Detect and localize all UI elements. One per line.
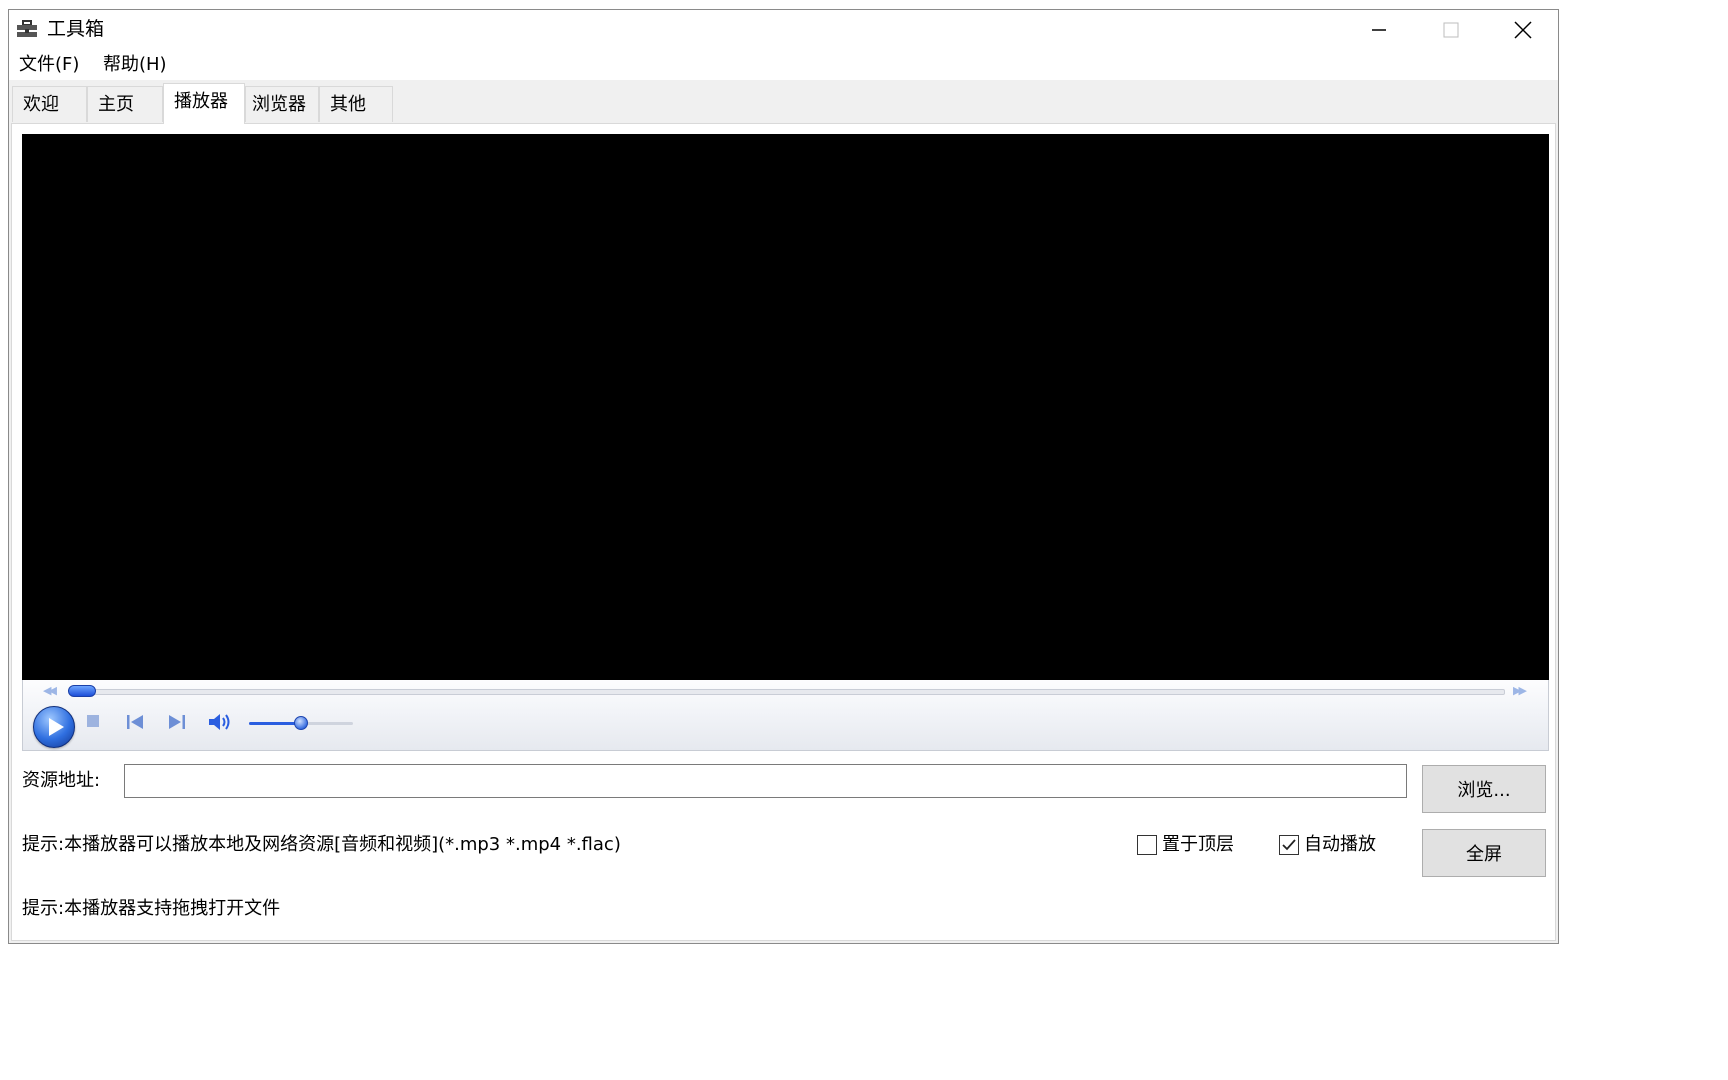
topmost-checkbox[interactable] <box>1137 835 1157 855</box>
play-button[interactable] <box>33 706 75 748</box>
maximize-icon <box>1443 22 1459 38</box>
close-icon <box>1514 21 1532 39</box>
close-button[interactable] <box>1487 10 1559 50</box>
app-window: 工具箱 文件(F) 帮助(H) 欢迎 主页 播放器 浏览器 其他 ◀◀ ▶▶ 资… <box>8 9 1559 944</box>
play-icon <box>49 718 64 736</box>
volume-thumb[interactable] <box>294 716 308 730</box>
rewind-icon[interactable]: ◀◀ <box>43 684 57 697</box>
menu-bar: 文件(F) 帮助(H) <box>9 50 1558 80</box>
fast-forward-icon[interactable]: ▶▶ <box>1513 684 1527 697</box>
tab-browser[interactable]: 浏览器 <box>245 86 319 122</box>
tab-player[interactable]: 播放器 <box>163 83 245 124</box>
checkmark-icon <box>1282 839 1296 851</box>
tab-home[interactable]: 主页 <box>87 86 163 122</box>
autoplay-checkbox[interactable] <box>1279 835 1299 855</box>
minimize-icon <box>1372 29 1386 31</box>
mute-button[interactable] <box>207 711 233 737</box>
minimize-button[interactable] <box>1343 10 1415 50</box>
title-bar: 工具箱 <box>9 10 1558 50</box>
previous-button[interactable] <box>125 713 145 735</box>
seek-bar[interactable] <box>79 689 1505 695</box>
player-panel: ◀◀ ▶▶ 资源地址: 浏览... 提示:本播放器可以播放本地及网络资源[音频和… <box>11 123 1556 941</box>
stop-icon <box>87 715 99 727</box>
media-controls: ◀◀ ▶▶ <box>22 680 1549 751</box>
next-icon <box>169 715 185 729</box>
maximize-button[interactable] <box>1415 10 1487 50</box>
menu-file[interactable]: 文件(F) <box>19 53 79 77</box>
window-title: 工具箱 <box>47 18 105 40</box>
hint-formats: 提示:本播放器可以播放本地及网络资源[音频和视频](*.mp3 *.mp4 *.… <box>22 834 621 855</box>
source-label: 资源地址: <box>22 770 101 791</box>
tab-welcome[interactable]: 欢迎 <box>12 86 87 122</box>
topmost-label[interactable]: 置于顶层 <box>1162 833 1234 857</box>
video-area[interactable] <box>22 134 1549 680</box>
tab-other[interactable]: 其他 <box>319 86 393 122</box>
source-url-input[interactable] <box>124 764 1407 798</box>
seek-thumb[interactable] <box>68 685 96 697</box>
hint-drag-drop: 提示:本播放器支持拖拽打开文件 <box>22 898 281 919</box>
toolbox-icon <box>16 19 38 39</box>
menu-help[interactable]: 帮助(H) <box>103 53 167 77</box>
fullscreen-button[interactable]: 全屏 <box>1422 829 1546 877</box>
autoplay-label[interactable]: 自动播放 <box>1304 833 1376 857</box>
tab-strip: 欢迎 主页 播放器 浏览器 其他 <box>9 80 1558 124</box>
next-button[interactable] <box>167 713 187 735</box>
browse-button[interactable]: 浏览... <box>1422 765 1546 813</box>
stop-button[interactable] <box>85 713 101 733</box>
previous-icon <box>127 715 143 729</box>
volume-icon <box>209 714 230 730</box>
